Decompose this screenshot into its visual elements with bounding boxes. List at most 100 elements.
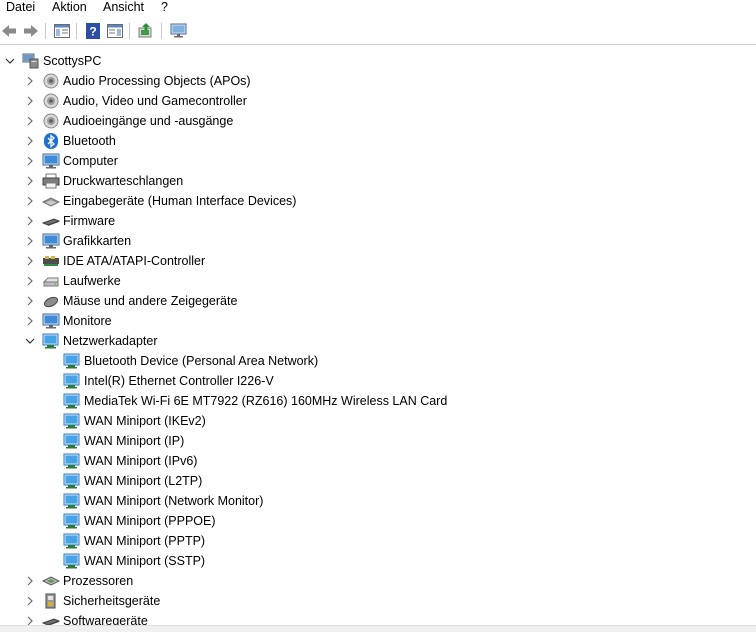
network-adapter-icon <box>63 413 81 429</box>
chevron-right-icon[interactable] <box>24 175 36 187</box>
tree-item-grafikkarten[interactable]: Grafikkarten <box>24 231 131 251</box>
controller-icon <box>42 253 60 269</box>
tree-device-bluetooth-device-personal-area-network[interactable]: Bluetooth Device (Personal Area Network) <box>63 351 318 371</box>
tree-device-wan-miniport-l2tp[interactable]: WAN Miniport (L2TP) <box>63 471 202 491</box>
back-arrow-icon[interactable] <box>0 22 18 40</box>
help-icon[interactable]: ? <box>84 22 102 40</box>
tree-item-label: Mäuse und andere Zeigegeräte <box>63 294 238 308</box>
toolbar-separator <box>129 23 130 39</box>
network-adapter-icon <box>63 353 81 369</box>
menu-datei[interactable]: Datei <box>4 0 37 16</box>
tree-device-wan-miniport-network-monitor[interactable]: WAN Miniport (Network Monitor) <box>63 491 263 511</box>
tree-item-label: Netzwerkadapter <box>63 334 158 348</box>
tree-item-label: Laufwerke <box>63 274 121 288</box>
tree-item-label: Computer <box>63 154 118 168</box>
tree-item-audioeingänge-und-ausgänge[interactable]: Audioeingänge und -ausgänge <box>24 111 233 131</box>
chevron-right-icon[interactable] <box>24 75 36 87</box>
toolbar-separator <box>161 23 162 39</box>
chevron-right-icon[interactable] <box>24 95 36 107</box>
mouse-icon <box>42 293 60 309</box>
tree-item-firmware[interactable]: Firmware <box>24 211 115 231</box>
chevron-right-icon[interactable] <box>24 195 36 207</box>
tree-item-ide-ata-atapi-controller[interactable]: IDE ATA/ATAPI-Controller <box>24 251 205 271</box>
tree-device-wan-miniport-pptp[interactable]: WAN Miniport (PPTP) <box>63 531 205 551</box>
speaker-icon <box>42 113 60 129</box>
tree-item-label: WAN Miniport (IPv6) <box>84 454 198 468</box>
chevron-right-icon[interactable] <box>24 255 36 267</box>
tree-item-label: WAN Miniport (L2TP) <box>84 474 203 488</box>
network-adapter-icon <box>63 433 81 449</box>
chevron-down-icon[interactable] <box>24 335 36 347</box>
tree-device-wan-miniport-ip[interactable]: WAN Miniport (IP) <box>63 431 184 451</box>
network-adapter-icon <box>63 513 81 529</box>
network-adapter-icon <box>63 533 81 549</box>
tree-item-label: Audio, Video und Gamecontroller <box>63 94 247 108</box>
tree-item-label: Firmware <box>63 214 116 228</box>
tree-item-monitore[interactable]: Monitore <box>24 311 112 331</box>
printer-icon <box>42 173 60 189</box>
tree-item-audio-processing-objects-apos[interactable]: Audio Processing Objects (APOs) <box>24 71 251 91</box>
menu-ansicht[interactable]: Ansicht <box>101 0 146 16</box>
speaker-icon <box>42 93 60 109</box>
tree-device-intel-r-ethernet-controller-i226-v[interactable]: Intel(R) Ethernet Controller I226-V <box>63 371 274 391</box>
tree-device-mediatek-wi-fi-6e-mt7922-rz616-160mhz-wireless-lan-card[interactable]: MediaTek Wi-Fi 6E MT7922 (RZ616) 160MHz … <box>63 391 447 411</box>
chevron-down-icon[interactable] <box>4 55 16 67</box>
update-driver-icon[interactable] <box>137 22 155 40</box>
properties-pane-icon[interactable] <box>106 22 124 40</box>
network-adapter-icon <box>63 373 81 389</box>
network-adapter-icon <box>63 473 81 489</box>
tree-item-prozessoren[interactable]: Prozessoren <box>24 571 133 591</box>
menu-aktion[interactable]: Aktion <box>50 0 89 16</box>
tree-item-audio-video-und-gamecontroller[interactable]: Audio, Video und Gamecontroller <box>24 91 247 111</box>
tree-item-label: Audioeingänge und -ausgänge <box>63 114 234 128</box>
chevron-right-icon[interactable] <box>24 235 36 247</box>
security-device-icon <box>42 593 60 609</box>
tree-item-sicherheitsgeräte[interactable]: Sicherheitsgeräte <box>24 591 160 611</box>
tree-item-eingabegeräte-human-interface-devices[interactable]: Eingabegeräte (Human Interface Devices) <box>24 191 296 211</box>
tree-item-label: ScottysPC <box>43 54 102 68</box>
chevron-right-icon[interactable] <box>24 155 36 167</box>
menu-help[interactable]: ? <box>159 0 170 16</box>
tree-item-netzwerkadapter[interactable]: Netzwerkadapter <box>24 331 158 351</box>
monitor-icon <box>42 233 60 249</box>
chevron-right-icon[interactable] <box>24 595 36 607</box>
tree-item-label: Intel(R) Ethernet Controller I226-V <box>84 374 274 388</box>
toolbar: ? <box>0 17 756 45</box>
forward-arrow-icon[interactable] <box>22 22 40 40</box>
chip-icon <box>42 213 60 229</box>
tree-item-computer[interactable]: Computer <box>24 151 118 171</box>
chevron-right-icon[interactable] <box>24 295 36 307</box>
tree-root[interactable]: ScottysPC <box>4 51 101 71</box>
console-tree-icon[interactable] <box>53 22 71 40</box>
tree-item-druckwarteschlangen[interactable]: Druckwarteschlangen <box>24 171 183 191</box>
tree-item-label: Bluetooth <box>63 134 116 148</box>
toolbar-separator <box>76 23 77 39</box>
tree-item-label: MediaTek Wi-Fi 6E MT7922 (RZ616) 160MHz … <box>84 394 448 408</box>
tree-item-label: Monitore <box>63 314 112 328</box>
tree-item-label: WAN Miniport (IKEv2) <box>84 414 206 428</box>
chevron-right-icon[interactable] <box>24 275 36 287</box>
chevron-right-icon[interactable] <box>24 315 36 327</box>
network-adapter-icon <box>42 333 60 349</box>
tree-item-label: Eingabegeräte (Human Interface Devices) <box>63 194 297 208</box>
chevron-right-icon[interactable] <box>24 215 36 227</box>
tree-item-mäuse-und-andere-zeigegeräte[interactable]: Mäuse und andere Zeigegeräte <box>24 291 237 311</box>
scan-hardware-icon[interactable] <box>170 22 188 40</box>
computer-icon <box>22 53 40 69</box>
tree-item-label: WAN Miniport (SSTP) <box>84 554 206 568</box>
tree-device-wan-miniport-ipv6[interactable]: WAN Miniport (IPv6) <box>63 451 197 471</box>
bluetooth-icon <box>42 133 60 149</box>
chevron-right-icon[interactable] <box>24 135 36 147</box>
tree-device-wan-miniport-pppoe[interactable]: WAN Miniport (PPPOE) <box>63 511 216 531</box>
tree-device-wan-miniport-ikev2[interactable]: WAN Miniport (IKEv2) <box>63 411 206 431</box>
chevron-right-icon[interactable] <box>24 575 36 587</box>
tree-item-label: Grafikkarten <box>63 234 132 248</box>
tree-item-label: Sicherheitsgeräte <box>63 594 161 608</box>
tree-item-label: Prozessoren <box>63 574 134 588</box>
tree-device-wan-miniport-sstp[interactable]: WAN Miniport (SSTP) <box>63 551 205 571</box>
tree-item-bluetooth[interactable]: Bluetooth <box>24 131 116 151</box>
network-adapter-icon <box>63 553 81 569</box>
chevron-right-icon[interactable] <box>24 115 36 127</box>
horizontal-scrollbar[interactable] <box>0 625 756 632</box>
tree-item-laufwerke[interactable]: Laufwerke <box>24 271 121 291</box>
